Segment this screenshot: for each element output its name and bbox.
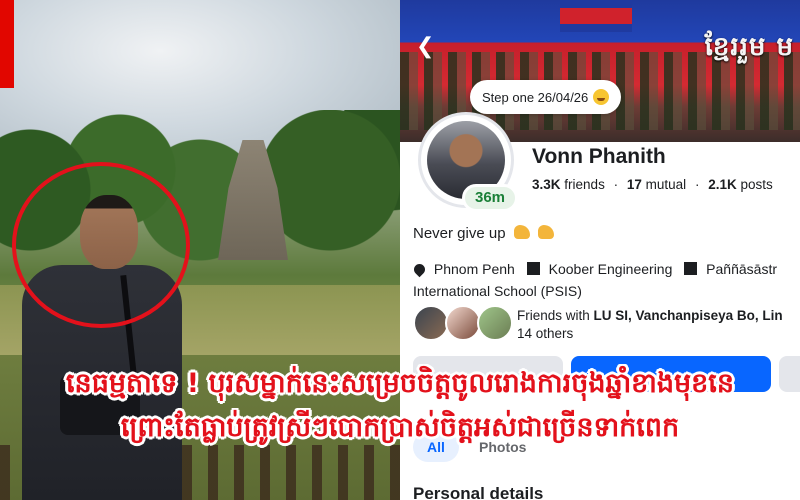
cambodia-flag bbox=[560, 0, 632, 32]
mutual-friends-row[interactable]: Friends with LU SI, Vanchanpiseya Bo, Li… bbox=[413, 305, 800, 345]
school-text-continued[interactable]: International School (PSIS) bbox=[413, 280, 800, 302]
profile-note[interactable]: Step one 26/04/26 bbox=[470, 80, 622, 114]
separator-dot: · bbox=[613, 177, 619, 192]
profile-stats: 3.3K friends · 17 mutual · 2.1K posts bbox=[532, 177, 773, 192]
cover-title: ខ្មែររួម ម bbox=[704, 32, 794, 62]
back-arrow-icon[interactable]: ❮ bbox=[416, 36, 438, 58]
profile-details: Phnom Penh Koober Engineering Paññāsāstr… bbox=[411, 258, 800, 302]
active-status-badge: 36m bbox=[462, 184, 519, 212]
school-text[interactable]: Paññāsāstr bbox=[706, 261, 777, 277]
muscle-emoji-icon bbox=[513, 225, 530, 239]
location-text[interactable]: Phnom Penh bbox=[434, 261, 515, 277]
friends-names: LU SI, Vanchanpiseya Bo, Lin bbox=[593, 308, 783, 323]
red-accent-bar bbox=[0, 0, 14, 88]
school-icon bbox=[684, 262, 698, 275]
profile-bio: Never give up bbox=[413, 225, 554, 242]
friends-prefix: Friends with bbox=[517, 308, 590, 323]
location-pin-icon bbox=[411, 261, 428, 278]
mutual-count[interactable]: 17 bbox=[627, 177, 642, 192]
posts-label: posts bbox=[740, 177, 773, 192]
heart-eyes-emoji-icon bbox=[593, 89, 610, 105]
mutual-label: mutual bbox=[645, 177, 687, 192]
muscle-emoji-icon bbox=[537, 225, 554, 239]
section-title: Personal details bbox=[413, 484, 544, 500]
friends-others: 14 others bbox=[517, 326, 574, 341]
friends-text: Friends with LU SI, Vanchanpiseya Bo, Li… bbox=[517, 307, 783, 343]
friend-avatar bbox=[477, 305, 513, 341]
briefcase-icon bbox=[526, 262, 540, 275]
highlight-circle bbox=[12, 162, 190, 328]
work-text[interactable]: Koober Engineering bbox=[549, 261, 673, 277]
friend-avatar bbox=[413, 305, 449, 341]
bio-text: Never give up bbox=[413, 225, 506, 242]
caption-line-2: ព្រោះតែធ្លាប់ត្រូវស្រីៗបោកប្រាស់ចិត្តអស់… bbox=[120, 412, 680, 443]
separator-dot: · bbox=[694, 177, 700, 192]
friends-label: friends bbox=[564, 177, 605, 192]
profile-name: Vonn Phanith bbox=[532, 145, 666, 168]
posts-count[interactable]: 2.1K bbox=[708, 177, 737, 192]
note-text: Step one 26/04/26 bbox=[482, 89, 589, 105]
friend-avatar bbox=[445, 305, 481, 341]
friends-count[interactable]: 3.3K bbox=[532, 177, 561, 192]
caption-line-1: នេធម្មតាទេ ! បុរសម្នាក់នេះសម្រេចចិត្តចូល… bbox=[65, 368, 734, 399]
